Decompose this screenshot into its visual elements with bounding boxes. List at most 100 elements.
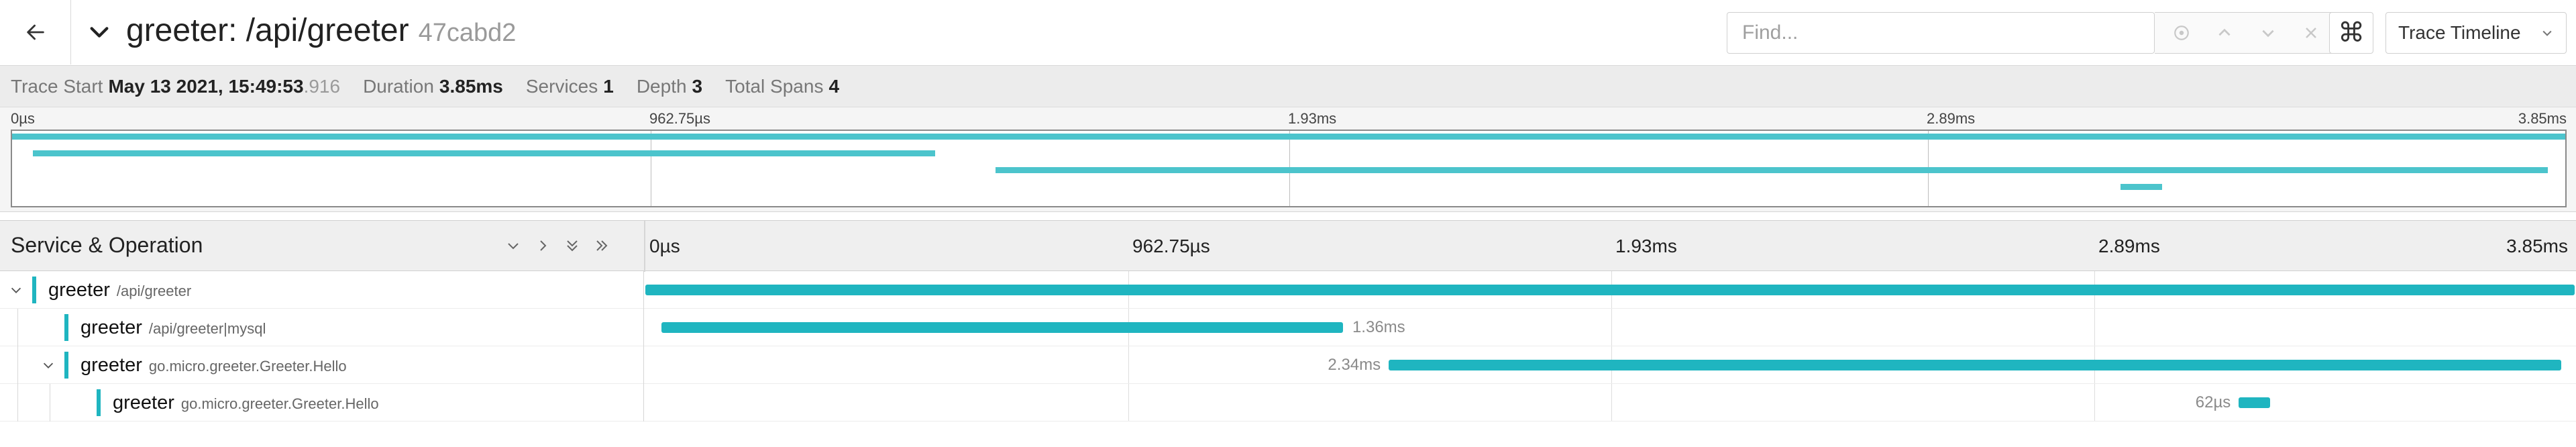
span-service-name: greeter: [80, 354, 142, 376]
span-bar[interactable]: [661, 322, 1343, 333]
keyboard-shortcuts-button[interactable]: ⌘: [2329, 12, 2373, 54]
locate-icon: [2174, 26, 2189, 40]
close-icon: [2305, 28, 2316, 38]
span-service-name: greeter: [80, 317, 142, 338]
depth-value: 3: [692, 75, 703, 97]
double-chevron-right-icon: [596, 240, 608, 251]
trace-title-operation: /api/greeter: [246, 13, 409, 48]
span-label: greeter/api/greeter|mysql: [80, 317, 266, 339]
column-resizer[interactable]: [644, 221, 645, 272]
timeline-tick: 1.93ms: [1615, 236, 1677, 256]
span-operation-name: /api/greeter: [116, 283, 192, 299]
timeline-header: Service & Operation 0µs 962.75µs 1.93ms …: [0, 220, 2576, 272]
span-row[interactable]: greeter/api/greeter|mysql 1.36ms: [0, 309, 2576, 346]
span-row[interactable]: greeter go.micro.greeter.Greeter.Hello 62µ…: [0, 384, 2576, 421]
minimap-tick: 3.85ms: [2518, 110, 2567, 127]
chevron-down-icon: [11, 287, 21, 293]
span-operation-name: /api/greeter|mysql: [148, 320, 266, 337]
service-color-marker: [32, 277, 36, 303]
collapse-controls: [502, 234, 613, 257]
service-operation-heading: Service & Operation: [11, 233, 203, 257]
minimap-span-bar: [33, 150, 936, 156]
timeline-tick: 2.89ms: [2098, 236, 2160, 256]
timeline-tick: 962.75µs: [1132, 236, 1210, 256]
span-label: greeter go.micro.greeter.Greeter.Hello: [113, 392, 379, 414]
chevron-right-icon: [540, 240, 547, 251]
minimap-tick: 2.89ms: [1927, 110, 1976, 127]
trace-summary-bar: Trace Start May 13 2021, 15:49:53.916 Dur…: [0, 66, 2576, 107]
service-color-marker: [64, 352, 68, 379]
trace-title-sep: :: [228, 13, 246, 48]
chevron-down-icon: [2542, 30, 2552, 36]
span-duration-label: 62µs: [2195, 393, 2231, 411]
span-operation-name: go.micro.greeter.Greeter.Hello: [180, 395, 379, 412]
services-count: Services 1: [526, 76, 614, 97]
timeline-tick: 0µs: [649, 236, 680, 256]
chevron-down-icon: [2262, 30, 2274, 38]
command-icon: ⌘: [2338, 18, 2365, 48]
span-service-name: greeter: [113, 392, 174, 413]
find-box: [1727, 12, 2155, 54]
span-collapse-toggle[interactable]: [7, 281, 25, 299]
span-name-cell[interactable]: greeter/api/greeter: [0, 271, 644, 309]
timeline-tick: 3.85ms: [2506, 236, 2568, 256]
tree-guide-line: [17, 346, 18, 384]
span-label: greeter go.micro.greeter.Greeter.Hello: [80, 354, 347, 377]
tree-guide-line: [17, 309, 18, 346]
prev-match-button[interactable]: [2211, 19, 2238, 46]
span-name-cell[interactable]: greeter/api/greeter|mysql: [0, 309, 644, 346]
trace-page-header: greeter: /api/greeter 47cabd2 ⌘: [0, 0, 2576, 66]
chevron-down-icon: [90, 27, 109, 38]
span-name-cell[interactable]: greeter go.micro.greeter.Greeter.Hello: [0, 346, 644, 384]
total-spans-label: Total Spans: [725, 75, 824, 97]
collapse-one-button[interactable]: [502, 234, 525, 257]
chevron-down-icon: [508, 243, 519, 250]
double-chevron-down-icon: [567, 240, 578, 252]
total-spans-value: 4: [828, 75, 840, 97]
minimap-tick: 962.75µs: [649, 110, 710, 127]
span-rows: greeter/api/greeter greeter/api/greeter|m…: [0, 271, 2576, 447]
find-controls: [2155, 12, 2339, 54]
duration-label: Duration: [363, 75, 434, 97]
depth-label: Depth: [636, 75, 687, 97]
span-bar[interactable]: [1389, 360, 2562, 370]
span-row[interactable]: greeter go.micro.greeter.Greeter.Hello 2.3…: [0, 346, 2576, 384]
span-bar[interactable]: [2239, 397, 2270, 408]
trace-start-label: Trace Start: [11, 75, 103, 97]
span-duration-label: 2.34ms: [1328, 356, 1381, 374]
trace-title: greeter: /api/greeter 47cabd2: [126, 12, 516, 49]
trace-start: Trace Start May 13 2021, 15:49:53.916: [11, 76, 340, 97]
chevron-down-icon: [43, 362, 54, 368]
collapse-header-toggle[interactable]: [86, 19, 113, 46]
span-operation-name: go.micro.greeter.Greeter.Hello: [148, 358, 347, 375]
minimap-canvas[interactable]: [11, 130, 2567, 207]
total-spans: Total Spans 4: [725, 76, 839, 97]
span-collapse-toggle[interactable]: [39, 356, 58, 375]
find-input[interactable]: [1727, 13, 2154, 53]
minimap-span-bar: [12, 134, 2565, 140]
span-name-cell[interactable]: greeter go.micro.greeter.Greeter.Hello: [0, 384, 644, 421]
back-button[interactable]: [0, 0, 71, 64]
trace-id: 47cabd2: [418, 19, 517, 47]
view-selector[interactable]: Trace Timeline: [2385, 12, 2567, 54]
service-color-marker: [64, 314, 68, 341]
minimap-tick: 1.93ms: [1288, 110, 1337, 127]
duration-value: 3.85ms: [439, 75, 503, 97]
next-match-button[interactable]: [2255, 19, 2282, 46]
depth: Depth 3: [637, 76, 702, 97]
minimap-span-bar: [2121, 183, 2162, 190]
clear-search-button[interactable]: [2298, 19, 2324, 46]
tree-guide-line: [17, 384, 18, 421]
span-bar[interactable]: [645, 285, 2575, 295]
trace-title-service: greeter: [126, 13, 229, 48]
trace-start-value: May 13 2021, 15:49:53.916: [108, 76, 340, 97]
locate-button[interactable]: [2168, 19, 2195, 46]
expand-one-button[interactable]: [531, 234, 554, 257]
trace-minimap[interactable]: 0µs 962.75µs 1.93ms 2.89ms 3.85ms: [0, 107, 2576, 212]
collapse-all-button[interactable]: [561, 234, 584, 257]
span-row[interactable]: greeter/api/greeter: [0, 271, 2576, 309]
duration: Duration 3.85ms: [363, 76, 503, 97]
expand-all-button[interactable]: [590, 234, 613, 257]
services-value: 1: [603, 75, 614, 97]
trace-start-ms: .916: [303, 75, 341, 97]
